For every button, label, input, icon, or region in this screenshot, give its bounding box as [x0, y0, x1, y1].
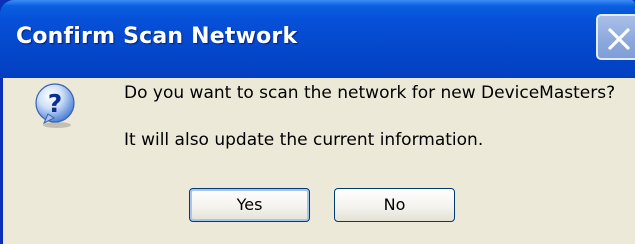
yes-button[interactable]: Yes	[189, 188, 310, 222]
title-bar[interactable]: Confirm Scan Network	[0, 0, 635, 78]
close-button[interactable]	[596, 14, 635, 60]
no-button[interactable]: No	[334, 188, 455, 222]
message-question: Do you want to scan the network for new …	[124, 83, 616, 103]
question-icon: ?	[35, 83, 75, 128]
confirm-dialog-window: Confirm Scan Network ? Do you want to sc…	[0, 0, 635, 244]
window-title: Confirm Scan Network	[16, 24, 298, 49]
dialog-body: ? Do you want to scan the network for ne…	[3, 78, 635, 244]
close-icon	[608, 28, 630, 50]
message-detail: It will also update the current informat…	[124, 130, 484, 150]
svg-text:?: ?	[48, 89, 63, 118]
